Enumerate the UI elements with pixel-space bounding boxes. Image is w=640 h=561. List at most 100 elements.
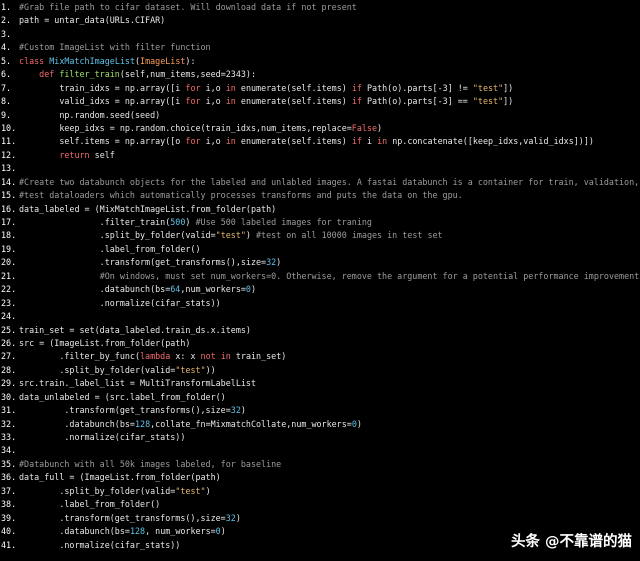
line-number: 9. bbox=[1, 109, 12, 120]
line-number: 17. bbox=[1, 217, 17, 227]
code-token: #Databunch with all 50k images labeled, … bbox=[19, 458, 282, 469]
code-line: 12. return self bbox=[0, 149, 640, 162]
line-number: 37. bbox=[1, 485, 17, 496]
code-line: 29. src.train._label_list = MultiTransfor… bbox=[0, 377, 640, 390]
code-line: 32. .databunch(bs=128,collate_fn=Mixmatc… bbox=[0, 418, 640, 431]
line-number: 22. bbox=[1, 284, 17, 295]
code-token: 32 bbox=[225, 512, 236, 523]
code-token: in bbox=[225, 96, 236, 107]
code-token: #test dataloaders which automatically pr… bbox=[19, 190, 463, 201]
code-token: src.train._label_list = MultiTransformLa… bbox=[19, 378, 256, 389]
code-token: )) bbox=[205, 364, 216, 375]
code-line: 27. .filter_by_func(lambda x: x not in t… bbox=[0, 350, 640, 363]
code-token: valid_idxs = np.array([i bbox=[19, 96, 186, 107]
line-number: 13. bbox=[1, 163, 17, 174]
code-token: not in bbox=[200, 351, 231, 362]
code-token: ) bbox=[250, 284, 257, 295]
line-number: 20. bbox=[1, 257, 17, 268]
code-token: enumerate(self.items) bbox=[235, 136, 352, 147]
code-token: if bbox=[351, 96, 362, 107]
code-token: x: x bbox=[170, 351, 201, 362]
code-line: 10. keep_idxs = np.random.choice(train_i… bbox=[0, 122, 640, 135]
code-text: .databunch(bs=128,collate_fn=MixmatchCol… bbox=[19, 419, 362, 429]
code-token: #Create two databunch objects for the la… bbox=[19, 176, 640, 187]
line-number: 31. bbox=[1, 405, 17, 416]
code-line: 25. train_set = set(data_labeled.train_ds… bbox=[0, 324, 640, 337]
code-text: .filter_by_func(lambda x: x not in train… bbox=[19, 351, 286, 361]
line-number: 41. bbox=[1, 539, 17, 550]
code-token: False bbox=[351, 122, 378, 133]
code-token: train_idxs = np.array([i bbox=[19, 82, 186, 93]
code-line: 16. data_labeled = (MixMatchImageList.fro… bbox=[0, 203, 640, 216]
code-line: 36. data_full = (ImageList.from_folder(pa… bbox=[0, 471, 640, 484]
line-number: 16. bbox=[1, 203, 17, 214]
code-line: 1. #Grab file path to cifar dataset. Will… bbox=[0, 1, 640, 14]
code-token: filter_train bbox=[59, 69, 120, 80]
code-token: data_full = (ImageList.from_folder(path) bbox=[19, 472, 221, 483]
code-token: path = untar_data(URLs.CIFAR) bbox=[19, 15, 166, 26]
code-token: self.items = np.array([o bbox=[19, 136, 186, 147]
code-token: train_set = set(data_labeled.train_ds.x.… bbox=[19, 324, 251, 335]
code-token: #On windows, must set num_workers=0. Oth… bbox=[99, 270, 640, 281]
code-line: 23. .normalize(cifar_stats)) bbox=[0, 297, 640, 310]
code-token: .transform(get_transforms(),size= bbox=[19, 512, 226, 523]
code-line: 28. .split_by_folder(valid="test")) bbox=[0, 364, 640, 377]
code-text: .transform(get_transforms(),size=32) bbox=[19, 405, 246, 415]
code-token: #test on all 10000 images in test set bbox=[256, 230, 443, 241]
code-text: data_labeled = (MixMatchImageList.from_f… bbox=[19, 204, 276, 214]
code-line: 22. .databunch(bs=64,num_workers=0) bbox=[0, 283, 640, 296]
line-number: 11. bbox=[1, 136, 17, 147]
line-number: 28. bbox=[1, 364, 17, 375]
code-token: 64 bbox=[170, 284, 181, 295]
line-number: 21. bbox=[1, 270, 17, 281]
code-line: 34. bbox=[0, 444, 640, 457]
code-token: Path(o).parts[-3] == bbox=[361, 96, 473, 107]
code-token: data_labeled = (MixMatchImageList.from_f… bbox=[19, 203, 277, 214]
code-token: src = (ImageList.from_folder(path) bbox=[19, 337, 191, 348]
code-token: lambda bbox=[140, 351, 171, 362]
code-text: .label_from_folder() bbox=[19, 499, 160, 509]
code-token: (self,num_items,seed=2343): bbox=[119, 69, 256, 80]
code-token: .normalize(cifar_stats)) bbox=[19, 539, 181, 550]
code-text: class MixMatchImageList(ImageList): bbox=[19, 56, 196, 66]
line-number: 26. bbox=[1, 337, 17, 348]
code-text: .filter_train(500) #Use 500 labeled imag… bbox=[19, 217, 372, 227]
code-text: .split_by_folder(valid="test") bbox=[19, 486, 210, 496]
code-token: 128 bbox=[129, 526, 146, 537]
line-number: 24. bbox=[1, 311, 17, 322]
code-text: np.random.seed(seed) bbox=[19, 110, 160, 120]
code-line: 21. #On windows, must set num_workers=0.… bbox=[0, 270, 640, 283]
code-text: valid_idxs = np.array([i for i,o in enum… bbox=[19, 96, 513, 106]
code-token: .filter_by_func( bbox=[19, 351, 141, 362]
code-text: data_unlabeled = (src.label_from_folder(… bbox=[19, 392, 226, 402]
code-token: ]) bbox=[503, 82, 514, 93]
line-number: 32. bbox=[1, 418, 17, 429]
code-token: .label_from_folder() bbox=[19, 243, 201, 254]
code-text: .transform(get_transforms(),size=32) bbox=[19, 257, 282, 268]
line-number: 19. bbox=[1, 243, 17, 254]
code-token: ) bbox=[377, 122, 383, 133]
code-text: data_full = (ImageList.from_folder(path) bbox=[19, 472, 221, 482]
code-line: 15. #test dataloaders which automatically… bbox=[0, 189, 640, 202]
code-line: 7. train_idxs = np.array([i for i,o in e… bbox=[0, 82, 640, 95]
code-token: ) bbox=[276, 257, 282, 268]
code-area[interactable]: 1. #Grab file path to cifar dataset. Will… bbox=[0, 1, 640, 552]
code-token: ) bbox=[240, 405, 246, 416]
code-text: .normalize(cifar_stats)) bbox=[19, 432, 185, 442]
code-token: .databunch(bs= bbox=[19, 284, 171, 295]
code-token: def bbox=[39, 69, 60, 80]
code-line: 2. path = untar_data(URLs.CIFAR) bbox=[0, 14, 640, 27]
line-number: 25. bbox=[1, 324, 17, 335]
code-token: "test" bbox=[472, 82, 504, 93]
code-token: i bbox=[361, 136, 378, 147]
line-number: 34. bbox=[1, 445, 17, 456]
line-number: 27. bbox=[1, 351, 17, 362]
code-token: i,o bbox=[200, 82, 226, 93]
code-token: class bbox=[19, 55, 50, 66]
code-token: ): bbox=[185, 55, 196, 66]
code-editor[interactable]: 1. #Grab file path to cifar dataset. Will… bbox=[0, 0, 640, 561]
code-line: 6. def filter_train(self,num_items,seed=… bbox=[0, 68, 640, 81]
code-line: 11. self.items = np.array([o for i,o in … bbox=[0, 135, 640, 148]
line-number: 38. bbox=[1, 499, 17, 510]
